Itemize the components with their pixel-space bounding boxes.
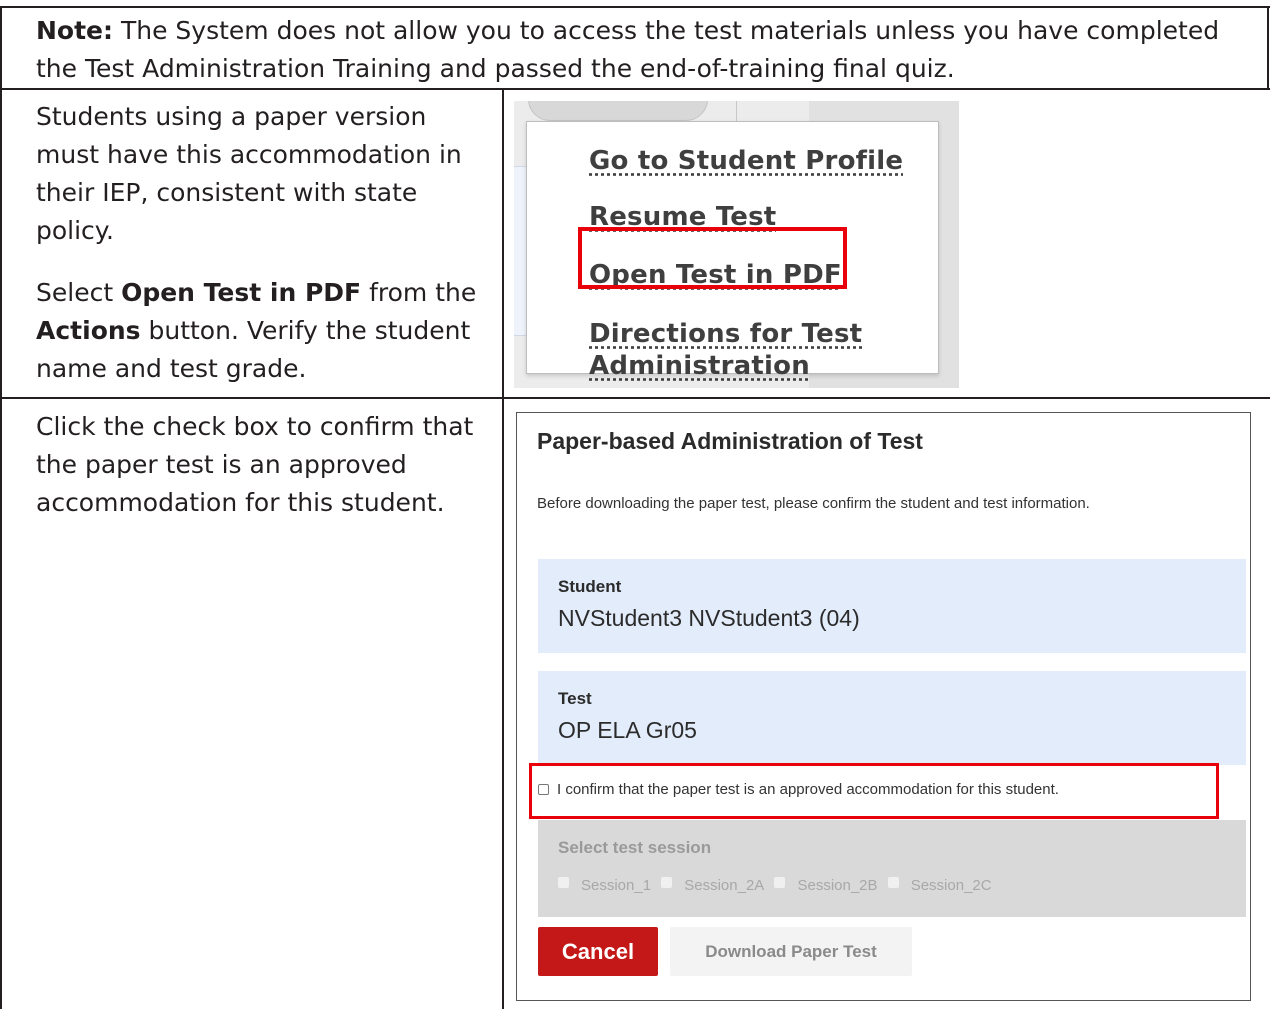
session-option[interactable]: Session_2B bbox=[774, 877, 878, 894]
download-paper-test-button[interactable]: Download Paper Test bbox=[670, 927, 912, 976]
cancel-button[interactable]: Cancel bbox=[538, 927, 658, 976]
menu-item-directions-for-test-administration[interactable]: Directions for Test Administration bbox=[589, 318, 929, 382]
session-label: Select test session bbox=[558, 838, 712, 857]
test-session-panel: Select test session Session_1 Session_2A… bbox=[538, 820, 1246, 917]
table-border-top bbox=[0, 6, 1270, 8]
note-label: Note: bbox=[36, 16, 114, 45]
dialog-title: Paper-based Administration of Test bbox=[537, 428, 923, 454]
session-checkbox[interactable] bbox=[661, 877, 673, 888]
open-test-pdf-term: Open Test in PDF bbox=[121, 278, 362, 307]
dialog-subtitle: Before downloading the paper test, pleas… bbox=[537, 495, 1090, 512]
session-options: Session_1 Session_2A Session_2B Session_… bbox=[558, 877, 998, 894]
highlight-confirm-checkbox bbox=[529, 763, 1219, 819]
row1-paragraph-2: Select Open Test in PDF from the Actions… bbox=[36, 278, 477, 383]
menu-item-go-to-student-profile[interactable]: Go to Student Profile bbox=[589, 146, 903, 176]
column-divider bbox=[502, 88, 504, 1009]
note-text: Note: The System does not allow you to a… bbox=[36, 12, 1261, 88]
test-label: Test bbox=[558, 689, 592, 708]
table-border-left bbox=[0, 6, 2, 1009]
session-checkbox[interactable] bbox=[558, 877, 569, 888]
test-value: OP ELA Gr05 bbox=[558, 717, 697, 743]
row2-instructions: Click the check box to confirm that the … bbox=[36, 408, 491, 546]
session-checkbox[interactable] bbox=[774, 877, 786, 888]
student-label: Student bbox=[558, 577, 622, 596]
row-divider-1 bbox=[0, 88, 1270, 90]
student-value: NVStudent3 NVStudent3 (04) bbox=[558, 605, 860, 631]
session-checkbox[interactable] bbox=[887, 877, 899, 888]
actions-term: Actions bbox=[36, 316, 141, 345]
row1-instructions: Students using a paper version must have… bbox=[36, 98, 491, 412]
actions-menu-screenshot: Go to Student Profile Resume Test Open T… bbox=[514, 101, 959, 388]
row2-paragraph-1: Click the check box to confirm that the … bbox=[36, 412, 474, 517]
actions-button-edge bbox=[528, 101, 708, 121]
note-body: The System does not allow you to access … bbox=[36, 16, 1220, 83]
instruction-table: Note: The System does not allow you to a… bbox=[0, 0, 1270, 1009]
table-border-right bbox=[1267, 6, 1269, 90]
session-option[interactable]: Session_2C bbox=[887, 877, 992, 894]
session-option[interactable]: Session_2A bbox=[661, 877, 764, 894]
row1-paragraph-1: Students using a paper version must have… bbox=[36, 102, 462, 245]
paper-test-dialog: Paper-based Administration of Test Befor… bbox=[516, 412, 1251, 1001]
highlight-open-test-in-pdf bbox=[578, 227, 847, 289]
student-info-panel: Student NVStudent3 NVStudent3 (04) bbox=[538, 559, 1246, 653]
session-option[interactable]: Session_1 bbox=[558, 877, 651, 894]
test-info-panel: Test OP ELA Gr05 bbox=[538, 671, 1246, 765]
